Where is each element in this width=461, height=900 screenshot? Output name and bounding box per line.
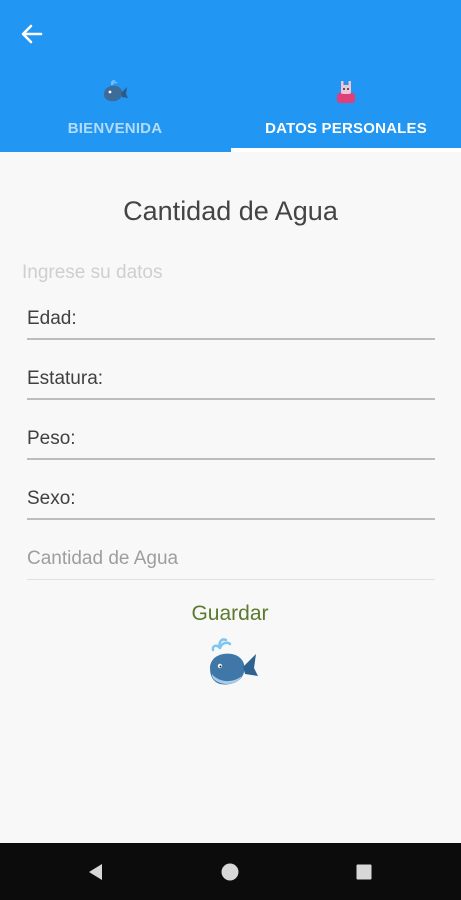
peso-field[interactable]: Peso:: [27, 420, 435, 460]
field-underline: [27, 398, 435, 400]
tab-datos-personales-label: DATOS PERSONALES: [265, 120, 427, 137]
estatura-field-text: Estatura:: [27, 368, 104, 389]
field-underline: [27, 578, 435, 580]
tab-indicator: [231, 148, 461, 152]
whale-icon: [104, 80, 128, 102]
field-underline: [27, 518, 435, 520]
field-underline: [27, 338, 435, 340]
triangle-back-icon: [89, 864, 102, 880]
estatura-field[interactable]: Estatura:: [27, 360, 435, 400]
cantidad-agua-field[interactable]: Cantidad de Agua: [27, 540, 435, 580]
back-button[interactable]: [16, 20, 48, 48]
guardar-button[interactable]: Guardar: [150, 596, 310, 632]
edad-field[interactable]: Edad:: [27, 300, 435, 340]
edad-field-text: Edad:: [27, 308, 77, 329]
tab-bienvenida[interactable]: BIENVENIDA: [0, 72, 230, 152]
system-nav-bar: [0, 843, 461, 900]
field-underline: [27, 458, 435, 460]
person-icon: [337, 81, 355, 103]
square-recents-icon: [356, 864, 372, 880]
nav-home-button[interactable]: [215, 857, 245, 887]
nav-back-button[interactable]: [80, 857, 110, 887]
peso-field-text: Peso:: [27, 428, 76, 449]
app-bar: BIENVENIDA DATOS PERSONALES: [0, 0, 461, 152]
form-hint: Ingrese su datos: [22, 262, 163, 283]
sexo-field-text: Sexo:: [27, 488, 76, 509]
cantidad-agua-field-text: Cantidad de Agua: [27, 548, 179, 569]
circle-home-icon: [221, 863, 239, 881]
arrow-left-icon: [21, 24, 43, 44]
tab-bienvenida-label: BIENVENIDA: [67, 120, 163, 137]
whale-icon: [210, 638, 258, 685]
sexo-field[interactable]: Sexo:: [27, 480, 435, 520]
page-title: Cantidad de Agua: [123, 196, 338, 226]
tab-datos-personales[interactable]: DATOS PERSONALES: [231, 72, 461, 152]
nav-recents-button[interactable]: [349, 857, 379, 887]
